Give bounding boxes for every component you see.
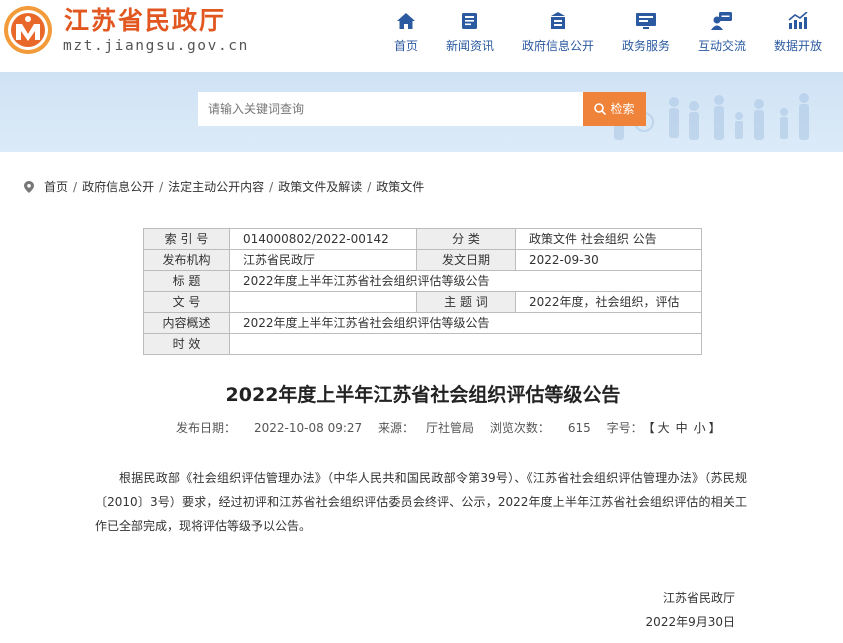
article-container: 首页 / 政府信息公开 / 法定主动公开内容 / 政策文件及解读 / 政策文件 索 引 号 01… (2, 152, 828, 643)
search-banner: 检索 (0, 72, 843, 152)
source-value: 厅社管局 (426, 421, 475, 435)
article-title: 2022年度上半年江苏省社会组织评估等级公告 (225, 384, 621, 406)
date-value: 2022-09-30 (515, 249, 702, 271)
bar-chart-icon (788, 12, 808, 29)
table-row: 文 号 主 题 词 2022年度，社会组织，评估 (143, 291, 702, 313)
signature-date: 2022年9月30日 (645, 615, 735, 629)
publisher-label: 发布机构 (143, 249, 230, 271)
site-name: 江苏省民政厅 (64, 6, 227, 35)
search-icon (594, 103, 607, 116)
building-icon (551, 12, 565, 29)
nav-item-gov-info[interactable]: 政府信息公开 (520, 12, 596, 62)
publish-date-value: 2022-10-08 09:27 (254, 421, 363, 435)
breadcrumb-separator: / (269, 180, 274, 194)
nav-item-open-data[interactable]: 数据开放 (772, 12, 824, 62)
nav-label: 政务服务 (621, 39, 670, 53)
breadcrumb-link-home[interactable]: 首页 (44, 180, 68, 194)
breadcrumb-link-policy-interpretation[interactable]: 政策文件及解读 (278, 180, 362, 194)
nav-label: 新闻资讯 (445, 39, 494, 53)
date-label: 发文日期 (416, 249, 516, 271)
nav-item-home[interactable]: 首页 (388, 12, 424, 62)
table-row: 内容概述 2022年度上半年江苏省社会组织评估等级公告 (143, 312, 702, 334)
signature-organization: 江苏省民政厅 (662, 591, 735, 605)
home-icon (397, 13, 415, 29)
title-value: 2022年度上半年江苏省社会组织评估等级公告 (229, 270, 702, 292)
category-value: 政策文件 社会组织 公告 (515, 228, 702, 250)
breadcrumb-separator: / (159, 180, 164, 194)
fontsize-label: 字号： (606, 421, 643, 435)
nav-label: 首页 (393, 39, 418, 53)
news-icon (462, 13, 477, 29)
chat-user-icon (711, 12, 732, 30)
validity-label: 时 效 (143, 333, 230, 355)
keywords-value: 2022年度，社会组织，评估 (515, 291, 702, 313)
table-row: 时 效 (143, 333, 702, 355)
font-size-switcher: 字号： 【大中小】 (607, 421, 721, 435)
font-size-small-link[interactable]: 小 (694, 421, 706, 435)
breadcrumb-link-gov-info[interactable]: 政府信息公开 (82, 180, 154, 194)
validity-value (229, 333, 702, 355)
publish-date-label: 发布日期： (176, 421, 237, 435)
source-label: 来源： (377, 421, 414, 435)
site-header: 江苏省民政厅 mzt.jiangsu.gov.cn 首页 新闻资讯 政府信息公开… (0, 0, 843, 72)
nav-item-news[interactable]: 新闻资讯 (444, 12, 496, 62)
breadcrumb-link-statutory[interactable]: 法定主动公开内容 (168, 180, 264, 194)
font-size-medium-link[interactable]: 中 (676, 421, 688, 435)
breadcrumb-link-policy-docs[interactable]: 政策文件 (376, 180, 424, 194)
summary-label: 内容概述 (143, 312, 230, 334)
docno-label: 文 号 (143, 291, 230, 313)
monitor-icon (636, 13, 656, 29)
view-count: 浏览次数： 615 (490, 421, 591, 435)
table-row: 索 引 号 014000802/2022-00142 分 类 政策文件 社会组织… (143, 228, 702, 250)
breadcrumb-separator: / (367, 180, 372, 194)
nav-item-services[interactable]: 政务服务 (620, 12, 672, 62)
search-button-label: 检索 (610, 102, 635, 116)
nav-label: 数据开放 (773, 39, 822, 53)
docno-value (229, 291, 417, 313)
site-domain: mzt.jiangsu.gov.cn (63, 38, 249, 54)
nav-label: 互动交流 (697, 39, 746, 53)
article-body: 根据民政部《社会组织评估管理办法》（中华人民共和国民政部令第39号）、《江苏省社… (95, 471, 747, 533)
keywords-label: 主 题 词 (416, 291, 516, 313)
publisher-value: 江苏省民政厅 (229, 249, 417, 271)
table-row: 发布机构 江苏省民政厅 发文日期 2022-09-30 (143, 249, 702, 271)
location-pin-icon (24, 181, 34, 193)
breadcrumb: 首页 / 政府信息公开 / 法定主动公开内容 / 政策文件及解读 / 政策文件 (24, 180, 424, 194)
views-value: 615 (567, 421, 591, 435)
fontsize-close-bracket: 】 (708, 421, 721, 435)
index-value: 014000802/2022-00142 (229, 228, 417, 250)
document-metadata-table: 索 引 号 014000802/2022-00142 分 类 政策文件 社会组织… (143, 228, 702, 355)
nav-item-interaction[interactable]: 互动交流 (696, 12, 748, 62)
source: 来源： 厅社管局 (378, 421, 474, 435)
fontsize-open-bracket: 【 (648, 421, 655, 435)
font-size-large-link[interactable]: 大 (658, 421, 670, 435)
title-label: 标 题 (143, 270, 230, 292)
breadcrumb-separator: / (73, 180, 78, 194)
summary-value: 2022年度上半年江苏省社会组织评估等级公告 (229, 312, 702, 334)
nav-label: 政府信息公开 (521, 39, 594, 53)
views-label: 浏览次数： (489, 421, 550, 435)
publish-date: 发布日期： 2022-10-08 09:27 (176, 421, 362, 435)
table-row: 标 题 2022年度上半年江苏省社会组织评估等级公告 (143, 270, 702, 292)
search-button[interactable]: 检索 (583, 92, 646, 126)
site-logo[interactable] (2, 4, 54, 56)
index-label: 索 引 号 (143, 228, 230, 250)
search-input[interactable] (198, 92, 583, 126)
publish-info-bar: 发布日期： 2022-10-08 09:27 来源： 厅社管局 浏览次数： 615 字… (176, 419, 733, 436)
category-label: 分 类 (416, 228, 516, 250)
